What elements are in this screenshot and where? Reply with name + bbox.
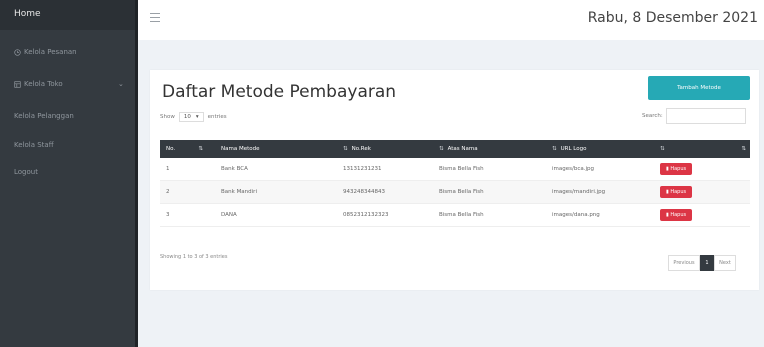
column-header-action[interactable]: ⇅ ⇅	[650, 146, 750, 152]
sidebar-item-kelola-pesanan[interactable]: Kelola Pesanan	[14, 48, 77, 56]
sidebar-item-label: Kelola Staff	[14, 141, 54, 149]
content-card: Daftar Metode Pembayaran Tambah Metode S…	[150, 70, 759, 290]
show-label: Show	[160, 114, 175, 120]
cell-nama-metode: Bank Mandiri	[221, 189, 257, 195]
chevron-down-icon[interactable]: ⌄	[118, 80, 124, 88]
column-header-no[interactable]: No. ⇅	[160, 146, 207, 152]
menu-toggle-icon[interactable]	[150, 13, 160, 22]
current-date: Rabu, 8 Desember 2021	[587, 10, 758, 26]
pagination-next-button[interactable]: Next	[714, 255, 736, 271]
add-method-button[interactable]: Tambah Metode	[648, 76, 750, 100]
clock-icon	[14, 48, 21, 56]
cell-atas-nama: Bisma Bella Fish	[439, 189, 484, 195]
cell-no-rek: 13131231231	[343, 166, 382, 172]
cell-url-logo: images/bca.jpg	[552, 166, 594, 172]
cell-nama-metode: Bank BCA	[221, 166, 248, 172]
search-input[interactable]	[665, 108, 746, 124]
entries-select[interactable]: 10 ▾	[178, 112, 204, 122]
sort-icon: ⇅	[741, 146, 746, 152]
sidebar-item-label: Kelola Pesanan	[24, 48, 77, 56]
pagination-previous-button[interactable]: Previous	[668, 255, 700, 271]
chevron-down-icon: ▾	[195, 114, 199, 120]
table-row: 2 Bank Mandiri 943248344843 Bisma Bella …	[160, 181, 750, 204]
sidebar-item-label: Kelola Pelanggan	[14, 112, 74, 120]
sort-icon: ⇅	[343, 146, 348, 152]
sort-icon: ⇅	[660, 146, 665, 152]
cell-atas-nama: Bisma Bella Fish	[439, 212, 484, 218]
sort-icon: ⇅	[198, 146, 203, 152]
cell-url-logo: images/dana.png	[552, 212, 600, 218]
column-header-atas-nama[interactable]: ⇅ Atas Nama	[423, 146, 538, 152]
pagination-page-button[interactable]: 1	[700, 255, 714, 271]
search-label: Search:	[642, 113, 663, 119]
cell-atas-nama: Bisma Bella Fish	[439, 166, 484, 172]
sidebar-item-kelola-toko[interactable]: Kelola Toko	[14, 80, 63, 88]
sidebar-item-home-label: Home	[14, 9, 41, 19]
delete-button[interactable]: ▮ Hapus	[660, 209, 693, 221]
sidebar-item-label: Logout	[14, 168, 38, 176]
cell-nama-metode: DANA	[221, 212, 237, 218]
delete-button[interactable]: ▮ Hapus	[660, 163, 693, 175]
cell-no: 1	[166, 166, 170, 172]
table-icon	[14, 80, 21, 88]
table-row: 1 Bank BCA 13131231231 Bisma Bella Fish …	[160, 158, 750, 181]
table-header: No. ⇅ Nama Metode ⇅ No.Rek ⇅ Atas Nama ⇅ URL…	[160, 140, 750, 158]
payment-methods-table: No. ⇅ Nama Metode ⇅ No.Rek ⇅ Atas Nama ⇅ URL…	[160, 140, 750, 227]
sidebar-item-kelola-pelanggan[interactable]: Kelola Pelanggan	[14, 112, 74, 120]
pagination: Previous 1 Next	[668, 255, 736, 271]
sort-icon: ⇅	[552, 146, 557, 152]
sidebar-item-logout[interactable]: Logout	[14, 168, 38, 176]
sidebar-item-kelola-staff[interactable]: Kelola Staff	[14, 141, 54, 149]
table-info: Showing 1 to 3 of 3 entries	[160, 254, 228, 260]
cell-no-rek: 0852312132323	[343, 212, 389, 218]
topbar: Rabu, 8 Desember 2021	[138, 0, 764, 40]
sidebar-divider	[135, 0, 138, 347]
table-row: 3 DANA 0852312132323 Bisma Bella Fish im…	[160, 204, 750, 227]
entries-select-value: 10	[183, 114, 191, 120]
sidebar: Home Kelola Pesanan Kelola Toko ⌄ Kelola…	[0, 0, 135, 347]
trash-icon: ▮	[666, 189, 669, 195]
cell-no: 2	[166, 189, 170, 195]
column-header-nama-metode[interactable]: Nama Metode	[207, 146, 325, 152]
entries-label: entries	[207, 114, 227, 120]
column-header-no-rek[interactable]: ⇅ No.Rek	[325, 146, 423, 152]
sidebar-item-home[interactable]: Home	[0, 0, 135, 30]
cell-no: 3	[166, 212, 170, 218]
cell-action: ▮ Hapus	[650, 163, 750, 175]
trash-icon: ▮	[666, 166, 669, 172]
column-header-url-logo[interactable]: ⇅ URL Logo	[538, 146, 650, 152]
sidebar-item-label: Kelola Toko	[24, 80, 63, 88]
delete-button[interactable]: ▮ Hapus	[660, 186, 693, 198]
cell-no-rek: 943248344843	[343, 189, 385, 195]
cell-url-logo: images/mandiri.jpg	[552, 189, 606, 195]
cell-action: ▮ Hapus	[650, 186, 750, 198]
sort-icon: ⇅	[439, 146, 444, 152]
entries-length-control: Show 10 ▾ entries	[160, 112, 227, 122]
page-title: Daftar Metode Pembayaran	[162, 82, 397, 102]
cell-action: ▮ Hapus	[650, 209, 750, 221]
table-search: Search:	[642, 108, 746, 124]
trash-icon: ▮	[666, 212, 669, 218]
